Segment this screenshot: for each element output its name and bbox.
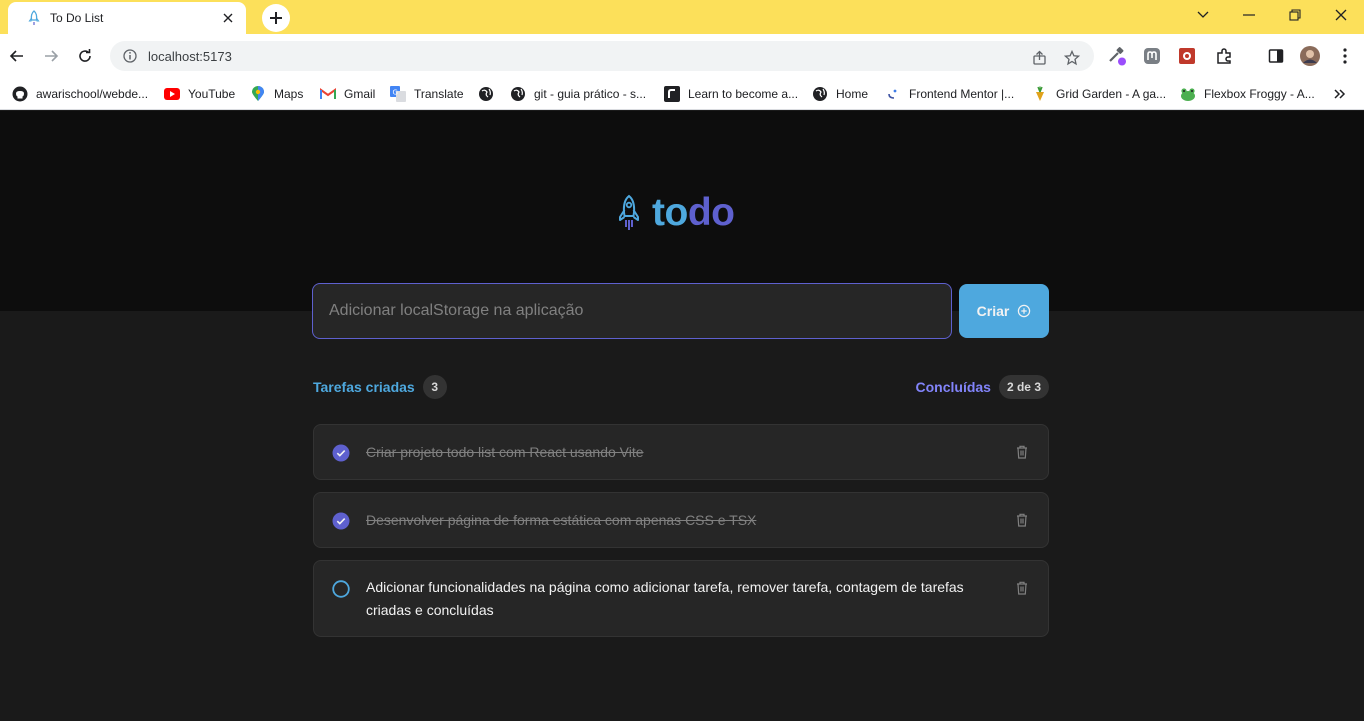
profile-avatar-icon[interactable] xyxy=(1300,46,1320,66)
svg-text:G: G xyxy=(393,89,398,97)
reload-icon[interactable] xyxy=(72,43,98,69)
rocket-icon xyxy=(619,194,639,230)
trash-icon[interactable] xyxy=(1014,580,1030,596)
roadmap-icon xyxy=(664,86,680,102)
create-button[interactable]: Criar xyxy=(959,284,1049,338)
mastodon-extension-icon[interactable] xyxy=(1142,46,1162,66)
more-bookmarks-icon[interactable] xyxy=(1334,83,1346,105)
logo-text: todo xyxy=(652,191,735,234)
site-info-icon[interactable] xyxy=(122,48,138,64)
restore-icon[interactable] xyxy=(1272,0,1318,30)
bookmark-item[interactable]: awarischool/webde... xyxy=(12,83,148,105)
task-counters: Tarefas criadas 3 Concluídas 2 de 3 xyxy=(313,374,1049,400)
completed-tasks-counter: Concluídas 2 de 3 xyxy=(915,374,1049,400)
browser-toolbar: localhost:5173 xyxy=(0,34,1364,78)
todo-app: todo Adicionar localStorage na aplicação… xyxy=(0,111,1364,721)
new-tab-button[interactable] xyxy=(262,4,290,32)
tab-search-chevron-icon[interactable] xyxy=(1180,0,1226,30)
carrot-icon xyxy=(1032,86,1048,102)
bookmark-item[interactable]: git - guia prático - s... xyxy=(510,83,646,105)
share-icon[interactable] xyxy=(1030,48,1050,68)
translate-icon: G xyxy=(390,86,406,102)
globe-icon xyxy=(478,86,494,102)
checked-checkbox-icon[interactable] xyxy=(332,444,350,462)
trash-icon[interactable] xyxy=(1014,444,1030,460)
logo-text-to: to xyxy=(652,191,688,234)
plus-circle-icon xyxy=(1018,304,1031,318)
bookmark-item[interactable]: YouTube xyxy=(164,83,235,105)
created-tasks-counter: Tarefas criadas 3 xyxy=(313,374,447,400)
new-task-input[interactable]: Adicionar localStorage na aplicação xyxy=(312,283,952,339)
bookmark-item[interactable]: Grid Garden - A ga... xyxy=(1032,83,1166,105)
youtube-icon xyxy=(164,86,180,102)
close-window-icon[interactable] xyxy=(1318,0,1364,30)
bookmark-item[interactable]: Flexbox Froggy - A... xyxy=(1180,83,1315,105)
bookmarks-bar: awarischool/webde... YouTube Maps Gmail … xyxy=(0,78,1364,110)
close-tab-icon[interactable] xyxy=(220,10,236,26)
back-icon[interactable] xyxy=(4,43,30,69)
tab-strip: To Do List xyxy=(0,0,1364,34)
github-icon xyxy=(12,86,28,102)
bookmark-item[interactable]: Frontend Mentor |... xyxy=(885,83,1014,105)
bookmark-item[interactable]: G Translate xyxy=(390,83,464,105)
task-item: Adicionar funcionalidades na página como… xyxy=(313,560,1049,637)
browser-tab[interactable]: To Do List xyxy=(8,2,246,34)
created-tasks-count: 3 xyxy=(422,375,447,399)
logo: todo xyxy=(617,191,735,234)
gmail-icon xyxy=(320,86,336,102)
checked-checkbox-icon[interactable] xyxy=(332,512,350,530)
task-text: Desenvolver página de forma estática com… xyxy=(366,512,757,528)
new-task-input-value: Adicionar localStorage na aplicação xyxy=(329,302,584,319)
bookmark-item[interactable]: Home xyxy=(812,83,868,105)
extensions-puzzle-icon[interactable] xyxy=(1214,46,1234,66)
bookmark-item[interactable]: Gmail xyxy=(320,83,375,105)
task-item: Desenvolver página de forma estática com… xyxy=(313,492,1049,548)
rocket-favicon-icon xyxy=(28,10,40,26)
task-item: Criar projeto todo list com React usando… xyxy=(313,424,1049,480)
completed-tasks-count: 2 de 3 xyxy=(998,375,1049,399)
red-extension-icon[interactable] xyxy=(1177,46,1197,66)
chrome-menu-icon[interactable] xyxy=(1335,46,1355,66)
bookmark-star-icon[interactable] xyxy=(1062,48,1082,68)
bookmark-item[interactable]: Maps xyxy=(250,83,303,105)
address-bar[interactable]: localhost:5173 xyxy=(110,41,1094,71)
task-text: Adicionar funcionalidades na página como… xyxy=(366,579,964,618)
colorpicker-extension-icon[interactable] xyxy=(1107,46,1127,66)
minimize-icon[interactable] xyxy=(1226,0,1272,30)
globe-icon xyxy=(812,86,828,102)
frontend-mentor-icon xyxy=(885,86,901,102)
tab-title: To Do List xyxy=(50,11,104,25)
globe-icon xyxy=(510,86,526,102)
forward-icon[interactable] xyxy=(38,43,64,69)
completed-tasks-label: Concluídas xyxy=(915,379,991,395)
trash-icon[interactable] xyxy=(1014,512,1030,528)
unchecked-checkbox-icon[interactable] xyxy=(332,580,350,598)
url-text: localhost:5173 xyxy=(148,48,232,64)
created-tasks-label: Tarefas criadas xyxy=(313,379,415,395)
bookmark-item[interactable]: Learn to become a... xyxy=(664,83,798,105)
side-panel-icon[interactable] xyxy=(1266,46,1286,66)
maps-icon xyxy=(250,86,266,102)
bookmark-item[interactable] xyxy=(478,83,502,105)
create-button-label: Criar xyxy=(976,303,1010,319)
task-text: Criar projeto todo list com React usando… xyxy=(366,444,644,460)
frog-icon xyxy=(1180,86,1196,102)
logo-text-do: do xyxy=(687,191,735,234)
